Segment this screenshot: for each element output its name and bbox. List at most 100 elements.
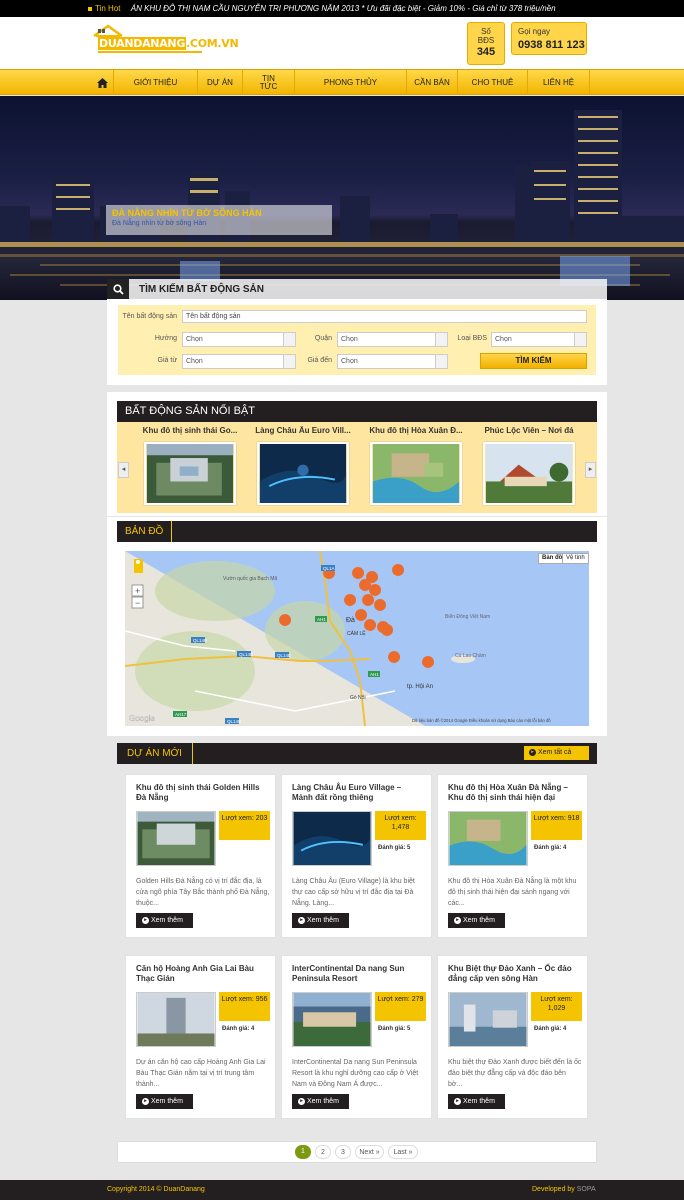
views-label: Lượt xem: — [221, 815, 254, 822]
nav-item-du-an[interactable]: DỰ ÁN — [197, 70, 242, 95]
map-title: BẢN ĐỒ — [117, 521, 173, 542]
project-image[interactable] — [448, 811, 528, 866]
project-title[interactable]: Khu Biệt thự Đảo Xanh – Ốc đảo đẳng cấp … — [448, 964, 580, 984]
home-icon — [96, 77, 108, 88]
views-value: 1,478 — [391, 824, 410, 831]
views-label: Lượt xem: — [540, 996, 573, 1003]
project-title[interactable]: Khu đô thị sinh thái Golden Hills Đà Nẵn… — [136, 783, 268, 803]
nav-home[interactable] — [92, 70, 112, 95]
hot-news-tag: Tin Hot — [88, 4, 121, 13]
view-count-box: Lượt xem: 1,478 — [375, 811, 426, 840]
arrow-circle-icon: ▸ — [454, 1097, 461, 1105]
page-1-button[interactable]: 1 — [295, 1145, 311, 1159]
map-road-label: QL1A — [323, 566, 335, 571]
read-more-button[interactable]: ▸ Xem thêm — [292, 913, 349, 928]
featured-item[interactable]: Phúc Lộc Viên – Nơi đá — [476, 426, 582, 507]
project-title[interactable]: Khu đô thị Hòa Xuân Đà Nẵng – Khu đô thị… — [448, 783, 580, 803]
project-card[interactable]: Khu đô thị sinh thái Golden Hills Đà Nẵn… — [125, 774, 276, 938]
view-count-box: Lượt xem: 279 — [375, 992, 426, 1021]
nav-item-phong-thuy[interactable]: PHONG THỦY — [294, 70, 406, 95]
project-card[interactable]: Khu đô thị Hòa Xuân Đà Nẵng – Khu đô thị… — [437, 774, 588, 938]
project-title[interactable]: InterContinental Da nang Sun Peninsula R… — [292, 964, 424, 984]
read-more-label: Xem thêm — [463, 917, 495, 924]
direction-label: Hướng — [154, 335, 177, 342]
district-select[interactable]: Chọn — [337, 332, 448, 347]
project-card[interactable]: Khu Biệt thự Đảo Xanh – Ốc đảo đẳng cấp … — [437, 955, 588, 1119]
search-title: TÌM KIẾM BẤT ĐỘNG SẢN — [139, 284, 264, 295]
logo-text: DUANDANANG.COM.VN — [98, 37, 239, 50]
project-description: InterContinental Da nang Sun Peninsula R… — [292, 1059, 419, 1088]
city-skyline-image — [0, 110, 684, 286]
featured-item-title: Phúc Lộc Viên – Nơi đá — [484, 426, 574, 435]
featured-item[interactable]: Khu đô thị sinh thái Go... — [137, 426, 243, 507]
carousel-prev-arrow[interactable]: ◂ — [118, 462, 129, 478]
featured-item[interactable]: Làng Châu Âu Euro Vill... — [250, 426, 356, 507]
map-road-label: QL14B — [227, 719, 241, 724]
arrow-circle-icon: ▸ — [298, 916, 305, 924]
read-more-label: Xem thêm — [307, 1098, 339, 1105]
carousel-next-arrow[interactable]: ▸ — [585, 462, 596, 478]
direction-select[interactable]: Chọn — [182, 332, 296, 347]
banner-title: ĐÀ NẴNG NHÌN TỪ BỜ SÔNG HÀN — [112, 208, 262, 218]
featured-item-image — [483, 442, 575, 505]
project-card[interactable]: Làng Châu Âu Euro Village – Mảnh đất rồn… — [281, 774, 432, 938]
map-road-label: QL14B — [239, 652, 253, 657]
main-nav: GIỚI THIỆU DỰ ÁN TIN TỨC PHONG THỦY CẦN … — [0, 69, 684, 95]
view-all-button[interactable]: ▸ Xem tất cả — [524, 746, 589, 760]
map-zoom-in[interactable]: + — [135, 586, 140, 596]
project-image[interactable] — [136, 811, 216, 866]
views-label: Lượt xem: — [221, 996, 254, 1003]
project-image[interactable] — [448, 992, 528, 1047]
news-ticker[interactable]: ÁN KHU ĐÔ THỊ NAM CẦU NGUYỄN TRI PHƯƠNG … — [131, 4, 556, 13]
developer-credit: Developed by SOPA — [532, 1180, 596, 1200]
map-type-satellite-button[interactable]: Vệ tinh — [562, 553, 589, 564]
project-title[interactable]: Làng Châu Âu Euro Village – Mảnh đất rồn… — [292, 783, 424, 803]
nav-item-lien-he[interactable]: LIÊN HỆ — [527, 70, 590, 95]
price-to-select[interactable]: Chọn — [337, 354, 448, 369]
projects-title: DỰ ÁN MỚI — [117, 743, 193, 764]
page-2-button[interactable]: 2 — [315, 1145, 331, 1159]
featured-item-image — [257, 442, 349, 505]
nav-item-can-ban[interactable]: CẦN BÁN — [406, 70, 457, 95]
developer-name[interactable]: SOPA — [577, 1186, 596, 1193]
bullet-icon — [88, 6, 92, 11]
nav-item-cho-thue[interactable]: CHO THUÊ — [457, 70, 527, 95]
project-title[interactable]: Căn hộ Hoàng Anh Gia Lai Bàu Thạc Gián — [136, 964, 268, 984]
site-logo[interactable]: DUANDANANG.COM.VN — [92, 24, 239, 54]
project-card[interactable]: InterContinental Da nang Sun Peninsula R… — [281, 955, 432, 1119]
featured-title: BẤT ĐỘNG SẢN NỔI BẬT — [125, 405, 255, 417]
read-more-button[interactable]: ▸ Xem thêm — [448, 1094, 505, 1109]
project-image[interactable] — [292, 811, 372, 866]
search-icon — [107, 279, 129, 299]
last-page-button[interactable]: Last » — [388, 1145, 418, 1159]
nav-item-tin-tuc[interactable]: TIN TỨC — [242, 70, 294, 95]
read-more-button[interactable]: ▸ Xem thêm — [136, 913, 193, 928]
read-more-label: Xem thêm — [307, 917, 339, 924]
next-page-button[interactable]: Next » — [355, 1145, 384, 1159]
views-value: 1,029 — [547, 1005, 566, 1012]
featured-header: BẤT ĐỘNG SẢN NỔI BẬT — [117, 401, 597, 422]
price-from-select[interactable]: Chọn — [182, 354, 296, 369]
map-view[interactable]: + − Vườn quốc gia Bạch Mã Biển Đông Việt… — [125, 551, 589, 726]
read-more-button[interactable]: ▸ Xem thêm — [136, 1094, 193, 1109]
logo-underline — [98, 51, 202, 53]
featured-item-image — [144, 442, 236, 505]
project-image[interactable] — [292, 992, 372, 1047]
search-button[interactable]: TÌM KIẾM — [480, 353, 587, 369]
property-type-select[interactable]: Chọn — [491, 332, 587, 347]
project-card[interactable]: Căn hộ Hoàng Anh Gia Lai Bàu Thạc Gián L… — [125, 955, 276, 1119]
read-more-button[interactable]: ▸ Xem thêm — [448, 913, 505, 928]
rating: Đánh giá: 5 — [378, 845, 410, 851]
read-more-label: Xem thêm — [151, 1098, 183, 1105]
read-more-button[interactable]: ▸ Xem thêm — [292, 1094, 349, 1109]
hotline-box[interactable]: Gọi ngay 0938 811 123 — [511, 22, 587, 55]
project-image[interactable] — [136, 992, 216, 1047]
nav-item-gioi-thieu[interactable]: GIỚI THIỆU — [113, 70, 197, 95]
featured-item[interactable]: Khu đô thị Hòa Xuân Đ... — [363, 426, 469, 507]
rating-value: 4 — [563, 1026, 567, 1032]
map-zoom-out[interactable]: − — [135, 598, 140, 608]
banner-caption[interactable]: ĐÀ NẴNG NHÌN TỪ BỜ SÔNG HÀN Đà Nẵng nhìn… — [106, 205, 332, 235]
page-3-button[interactable]: 3 — [335, 1145, 351, 1159]
property-name-input[interactable]: Tên bất động sản — [182, 310, 587, 323]
rating: Đánh giá: 4 — [534, 845, 566, 851]
